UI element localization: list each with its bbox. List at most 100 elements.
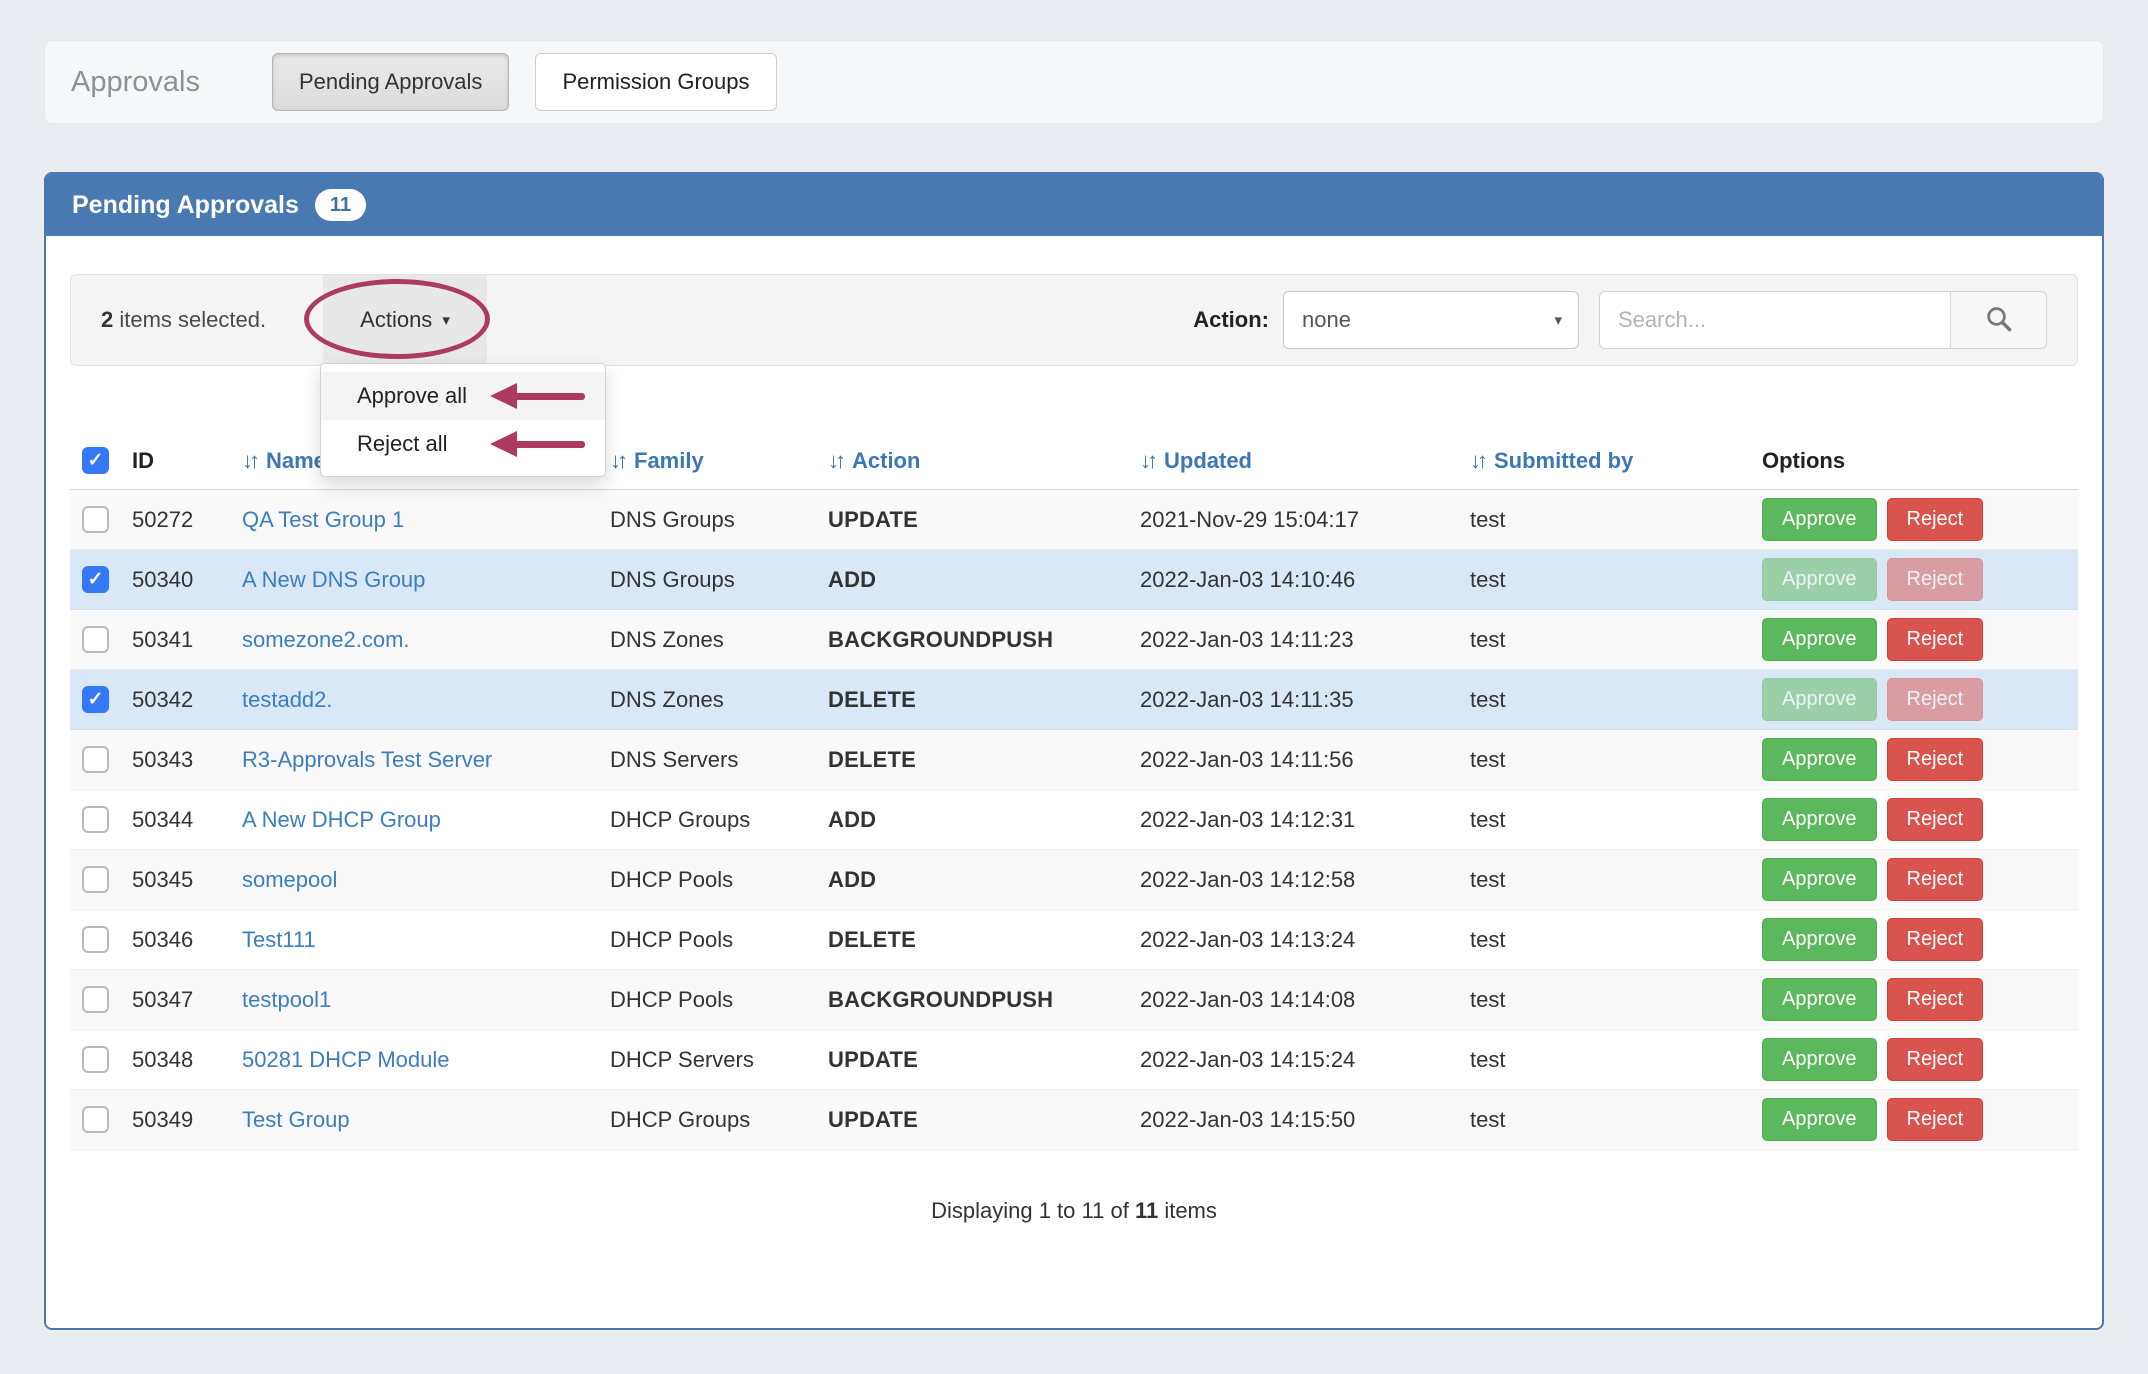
annotation-arrow-icon <box>490 431 585 457</box>
reject-button[interactable]: Reject <box>1887 738 1984 781</box>
reject-button[interactable]: Reject <box>1887 1098 1984 1141</box>
actions-dropdown-button[interactable]: Actions ▾ <box>323 275 487 365</box>
row-checkbox[interactable]: ✓ <box>82 686 109 713</box>
column-header-updated[interactable]: ↓↑ Updated <box>1128 448 1458 474</box>
reject-button[interactable]: Reject <box>1887 618 1984 661</box>
row-checkbox[interactable] <box>82 746 109 773</box>
tab-permission-groups[interactable]: Permission Groups <box>535 53 776 111</box>
row-name-cell: Test Group <box>230 1107 598 1133</box>
approve-button[interactable]: Approve <box>1762 918 1877 961</box>
row-name-cell: testpool1 <box>230 987 598 1013</box>
table-row: 50349Test GroupDHCP GroupsUPDATE2022-Jan… <box>70 1090 2078 1150</box>
row-submitted-by: test <box>1458 927 1750 953</box>
approve-button[interactable]: Approve <box>1762 498 1877 541</box>
row-name-link[interactable]: somezone2.com. <box>242 627 410 653</box>
column-header-family[interactable]: ↓↑ Family <box>598 448 816 474</box>
row-family: DHCP Groups <box>598 807 816 833</box>
row-action: UPDATE <box>816 507 1128 533</box>
menu-item-reject-all[interactable]: Reject all <box>321 420 605 468</box>
row-updated: 2022-Jan-03 14:12:58 <box>1128 867 1458 893</box>
row-updated: 2022-Jan-03 14:15:50 <box>1128 1107 1458 1133</box>
table-body: 50272QA Test Group 1DNS GroupsUPDATE2021… <box>70 490 2078 1150</box>
row-select-cell <box>70 1106 118 1133</box>
row-name-link[interactable]: somepool <box>242 867 337 893</box>
total-items-count: 11 <box>1135 1198 1158 1223</box>
approve-button[interactable]: Approve <box>1762 978 1877 1021</box>
reject-button[interactable]: Reject <box>1887 498 1984 541</box>
row-id: 50272 <box>118 507 230 533</box>
row-submitted-by: test <box>1458 807 1750 833</box>
search-input[interactable] <box>1599 291 1951 349</box>
approve-button[interactable]: Approve <box>1762 858 1877 901</box>
sort-icon: ↓↑ <box>828 448 842 474</box>
row-name-cell: R3-Approvals Test Server <box>230 747 598 773</box>
row-name-link[interactable]: 50281 DHCP Module <box>242 1047 450 1073</box>
reject-button[interactable]: Reject <box>1887 978 1984 1021</box>
approve-button[interactable]: Approve <box>1762 1038 1877 1081</box>
row-submitted-by: test <box>1458 507 1750 533</box>
search-button[interactable] <box>1951 291 2047 349</box>
select-all-checkbox[interactable]: ✓ <box>82 447 109 474</box>
row-checkbox[interactable]: ✓ <box>82 566 109 593</box>
row-submitted-by: test <box>1458 567 1750 593</box>
approve-button[interactable]: Approve <box>1762 1098 1877 1141</box>
row-updated: 2022-Jan-03 14:11:23 <box>1128 627 1458 653</box>
page-header: Approvals Pending Approvals Permission G… <box>44 40 2104 124</box>
row-name-link[interactable]: A New DNS Group <box>242 567 425 593</box>
row-submitted-by: test <box>1458 867 1750 893</box>
row-checkbox[interactable] <box>82 626 109 653</box>
row-id: 50347 <box>118 987 230 1013</box>
row-action: ADD <box>816 567 1128 593</box>
row-name-link[interactable]: testpool1 <box>242 987 331 1013</box>
row-checkbox[interactable] <box>82 1106 109 1133</box>
selected-count: 2 <box>101 307 113 332</box>
approve-button[interactable]: Approve <box>1762 798 1877 841</box>
column-header-action[interactable]: ↓↑ Action <box>816 448 1128 474</box>
row-name-link[interactable]: QA Test Group 1 <box>242 507 404 533</box>
row-checkbox[interactable] <box>82 986 109 1013</box>
action-select-value: none <box>1302 307 1351 333</box>
row-name-link[interactable]: A New DHCP Group <box>242 807 441 833</box>
row-action: BACKGROUNDPUSH <box>816 987 1128 1013</box>
reject-button[interactable]: Reject <box>1887 918 1984 961</box>
column-header-submitted-by[interactable]: ↓↑ Submitted by <box>1458 448 1750 474</box>
row-updated: 2022-Jan-03 14:13:24 <box>1128 927 1458 953</box>
reject-button[interactable]: Reject <box>1887 1038 1984 1081</box>
row-name-link[interactable]: R3-Approvals Test Server <box>242 747 492 773</box>
row-checkbox[interactable] <box>82 866 109 893</box>
sort-icon: ↓↑ <box>610 448 624 474</box>
row-checkbox[interactable] <box>82 1046 109 1073</box>
row-name-link[interactable]: Test Group <box>242 1107 350 1133</box>
row-name-cell: A New DNS Group <box>230 567 598 593</box>
table-row: 50344A New DHCP GroupDHCP GroupsADD2022-… <box>70 790 2078 850</box>
action-select[interactable]: none ▾ <box>1283 291 1579 349</box>
toolbar-right-group: Action: none ▾ <box>1193 291 2047 349</box>
menu-item-approve-all[interactable]: Approve all <box>321 372 605 420</box>
row-options: ApproveReject <box>1750 558 2078 601</box>
row-name-link[interactable]: Test111 <box>242 927 316 953</box>
reject-button[interactable]: Reject <box>1887 858 1984 901</box>
row-action: BACKGROUNDPUSH <box>816 627 1128 653</box>
tab-pending-approvals[interactable]: Pending Approvals <box>272 53 509 111</box>
approve-button[interactable]: Approve <box>1762 738 1877 781</box>
row-family: DHCP Groups <box>598 1107 816 1133</box>
reject-button[interactable]: Reject <box>1887 798 1984 841</box>
table-row: ✓50340A New DNS GroupDNS GroupsADD2022-J… <box>70 550 2078 610</box>
sort-icon: ↓↑ <box>1140 448 1154 474</box>
row-select-cell <box>70 866 118 893</box>
row-submitted-by: test <box>1458 627 1750 653</box>
row-checkbox[interactable] <box>82 926 109 953</box>
approve-button[interactable]: Approve <box>1762 618 1877 661</box>
row-updated: 2022-Jan-03 14:10:46 <box>1128 567 1458 593</box>
search-group <box>1599 291 2047 349</box>
row-checkbox[interactable] <box>82 506 109 533</box>
row-checkbox[interactable] <box>82 806 109 833</box>
row-updated: 2022-Jan-03 14:15:24 <box>1128 1047 1458 1073</box>
page-title: Approvals <box>71 66 200 99</box>
row-submitted-by: test <box>1458 747 1750 773</box>
row-updated: 2022-Jan-03 14:14:08 <box>1128 987 1458 1013</box>
row-name-link[interactable]: testadd2. <box>242 687 333 713</box>
row-family: DNS Groups <box>598 567 816 593</box>
row-family: DNS Groups <box>598 507 816 533</box>
sort-icon: ↓↑ <box>242 448 256 474</box>
